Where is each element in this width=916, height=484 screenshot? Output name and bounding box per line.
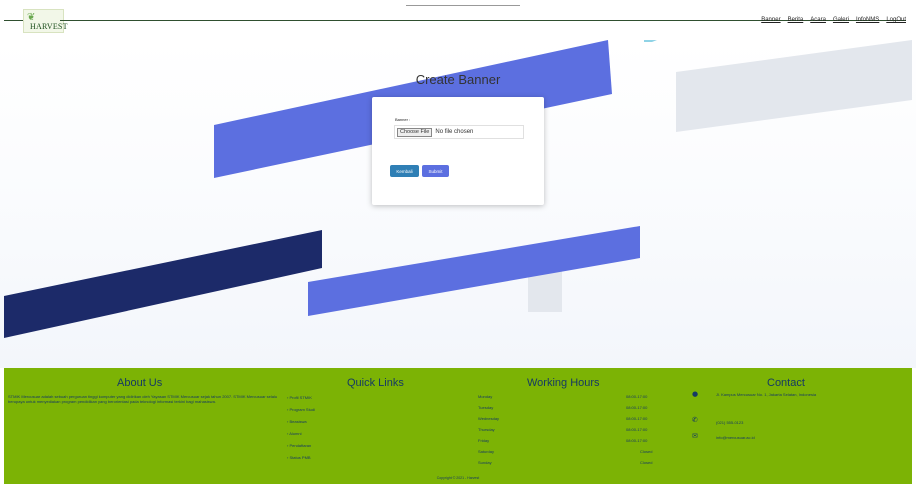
hours-time: Closed xyxy=(640,460,653,465)
hero-section: Create Banner Banner : Choose File No fi… xyxy=(0,40,916,368)
kembali-button[interactable]: Kembali xyxy=(390,165,419,177)
envelope-icon: ✉ xyxy=(692,432,698,440)
hours-time: 08:00-17:00 xyxy=(626,427,648,432)
nav-infonms-link[interactable]: InfoNMS xyxy=(856,17,879,23)
choose-file-button[interactable]: Choose File xyxy=(397,127,433,137)
bg-shape-blue-bottom xyxy=(308,226,640,316)
quick-link-item[interactable]: › Pendaftaran xyxy=(287,443,311,448)
about-title: About Us xyxy=(117,377,163,389)
hours-day: Friday xyxy=(478,438,490,443)
logo-text: HARVEST xyxy=(30,22,68,31)
nav-logout-link[interactable]: LogOut xyxy=(886,17,906,23)
file-status: No file chosen xyxy=(435,129,474,135)
phone-icon: ✆ xyxy=(692,416,698,424)
hours-time: 08:00-17:00 xyxy=(626,405,648,410)
hours-day: Thursday xyxy=(478,427,495,432)
banner-field-label: Banner : xyxy=(395,117,411,122)
hours-day: Monday xyxy=(478,394,493,399)
harvest-logo[interactable]: ❦ HARVEST xyxy=(23,9,67,33)
working-hours-title: Working Hours xyxy=(527,377,600,389)
quick-link-item[interactable]: › Status PMB xyxy=(287,455,311,460)
quick-link-item[interactable]: › Program Studi xyxy=(287,407,315,412)
contact-phone[interactable]: (021) 555-0123 xyxy=(716,420,743,425)
map-pin-icon: ● xyxy=(692,390,699,398)
submit-button[interactable]: Submit xyxy=(422,165,449,177)
main-nav: Banner Berita Acara Galeri InfoNMS LogOu… xyxy=(761,17,906,23)
hours-time: 08:00-17:00 xyxy=(626,394,648,399)
quick-links-title: Quick Links xyxy=(347,377,404,389)
hours-time: 08:00-17:00 xyxy=(626,416,648,421)
contact-title: Contact xyxy=(767,377,805,389)
nav-banner-link[interactable]: Banner xyxy=(761,17,780,23)
hours-time: 08:00-17:00 xyxy=(626,438,648,443)
bg-shape-cyan-sliver xyxy=(644,40,657,42)
header-divider-left xyxy=(4,20,24,21)
contact-email[interactable]: info@mercusuar.ac.id xyxy=(716,435,755,440)
contact-address: Jl. Kampus Mercusuar No. 1, Jakarta Sela… xyxy=(716,392,817,397)
page-title: Create Banner xyxy=(415,72,501,87)
hours-time: Closed xyxy=(640,449,653,454)
center-divider xyxy=(406,5,520,6)
nav-acara-link[interactable]: Acara xyxy=(810,17,826,23)
nav-berita-link[interactable]: Berita xyxy=(788,17,804,23)
quick-link-item[interactable]: › Profil STMIK xyxy=(287,395,312,400)
hours-day: Tuesday xyxy=(478,405,494,410)
quick-link-item[interactable]: › Alumni xyxy=(287,431,301,436)
about-text: STMIK Mercusuar adalah sebuah perguruan … xyxy=(8,394,278,404)
banner-file-input[interactable]: Choose File No file chosen xyxy=(394,125,524,139)
hours-day: Wednesday xyxy=(478,416,500,421)
hours-day: Saturday xyxy=(478,449,495,454)
top-navbar: ❦ HARVEST Banner Berita Acara Galeri Inf… xyxy=(0,0,916,40)
footer: About Us STMIK Mercusuar adalah sebuah p… xyxy=(4,368,912,484)
bg-shape-navy xyxy=(4,230,322,338)
quick-link-item[interactable]: › Beasiswa xyxy=(287,419,307,424)
hours-day: Sunday xyxy=(478,460,492,465)
copyright-text: Copyright © 2021 - Harvest xyxy=(436,476,480,480)
nav-galeri-link[interactable]: Galeri xyxy=(833,17,849,23)
create-banner-form: Banner : Choose File No file chosen Kemb… xyxy=(372,97,544,205)
